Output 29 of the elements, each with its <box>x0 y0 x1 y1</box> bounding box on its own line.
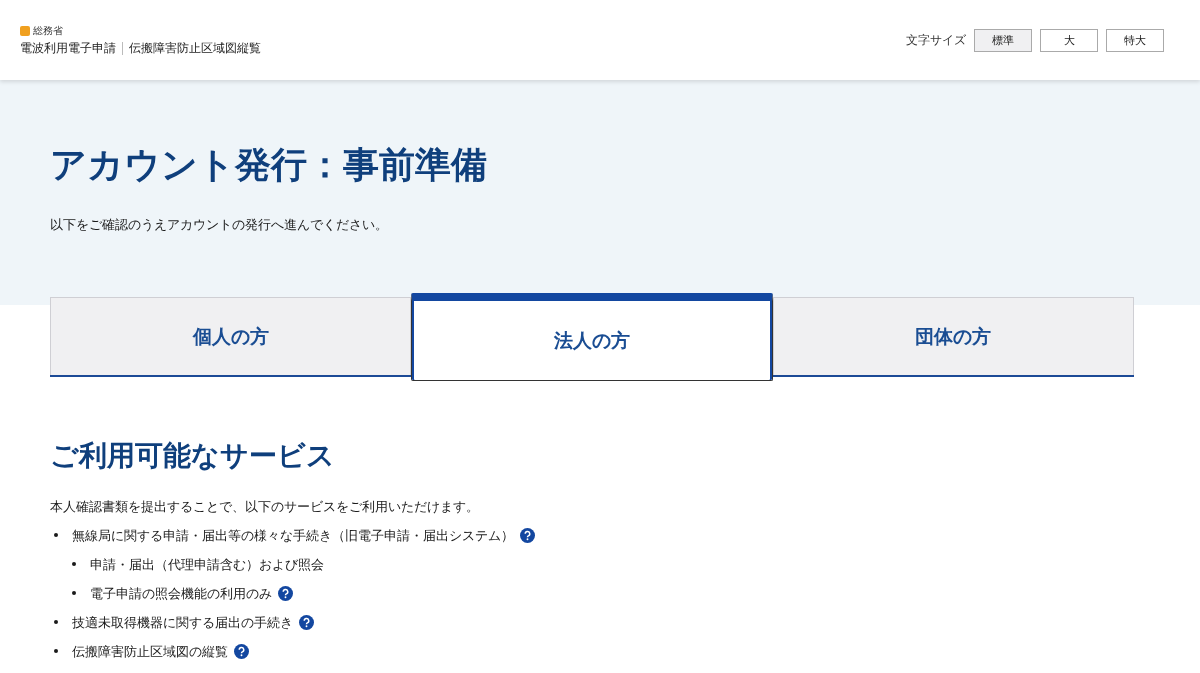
ministry-logo-icon <box>20 25 30 36</box>
bullet-icon <box>72 562 76 567</box>
bullet-icon <box>72 591 76 596</box>
tab[interactable]: 個人の方 <box>50 297 412 375</box>
font-size-button[interactable]: 大 <box>1040 28 1098 52</box>
lead-text: 以下をご確認のうえアカウントの発行へ進んでください。 <box>50 216 389 235</box>
font-size-button[interactable]: 特大 <box>1106 28 1164 52</box>
bullet-icon <box>54 620 58 625</box>
tab[interactable]: 法人の方 <box>411 293 773 381</box>
service-item: 技適未取得機器に関する届出の手続き <box>72 613 293 632</box>
tab[interactable]: 団体の方 <box>772 297 1134 375</box>
service-item: 電子申請の照会機能の利用のみ <box>90 584 272 603</box>
sub-title: 伝搬障害防止区域図縦覧 <box>129 39 261 57</box>
help-icon[interactable] <box>278 585 293 601</box>
service-item: 伝搬障害防止区域図の縦覧 <box>72 642 228 661</box>
page-title: アカウント発行：事前準備 <box>50 143 488 187</box>
help-icon[interactable] <box>520 527 535 543</box>
help-icon[interactable] <box>299 614 314 630</box>
font-size-button[interactable]: 標準 <box>974 28 1032 52</box>
font-size-label: 文字サイズ <box>906 31 966 49</box>
bullet-icon <box>54 533 58 538</box>
site-title[interactable]: 電波利用電子申請 <box>20 39 116 57</box>
bullet-icon <box>54 649 58 654</box>
ministry-name: 総務省 <box>33 23 63 38</box>
service-item: 無線局に関する申請・届出等の様々な手続き（旧電子申請・届出システム） <box>72 526 514 545</box>
section-heading: ご利用可能なサービス <box>50 439 336 473</box>
help-icon[interactable] <box>234 643 249 659</box>
service-item: 申請・届出（代理申請含む）および照会 <box>90 555 324 574</box>
intro-text: 本人確認書類を提出することで、以下のサービスをご利用いただけます。 <box>50 497 480 516</box>
